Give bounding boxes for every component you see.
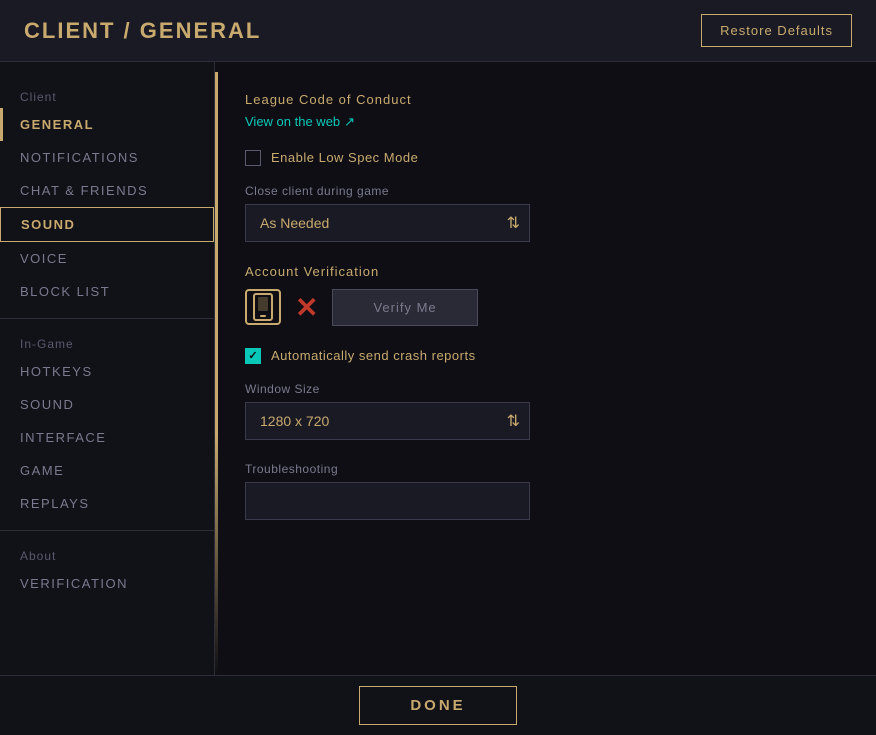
page-title: CLIENT / GENERAL bbox=[24, 18, 261, 44]
troubleshooting-wrap bbox=[245, 482, 530, 520]
footer: DONE bbox=[0, 675, 876, 735]
close-client-dropdown[interactable]: Never As Needed Always bbox=[245, 204, 530, 242]
low-spec-checkbox[interactable] bbox=[245, 150, 261, 166]
sidebar-item-verification[interactable]: VERIFICATION bbox=[0, 567, 214, 600]
close-client-label: Close client during game bbox=[245, 184, 846, 198]
window-size-dropdown[interactable]: 1024 x 576 1280 x 720 1600 x 900 1920 x … bbox=[245, 402, 530, 440]
verify-me-button[interactable]: Verify Me bbox=[332, 289, 477, 326]
sidebar-group-ingame: In-Game bbox=[0, 329, 214, 355]
account-row: ✕ Verify Me bbox=[245, 289, 846, 326]
sidebar-group-client: Client bbox=[0, 82, 214, 108]
low-spec-label: Enable Low Spec Mode bbox=[271, 150, 418, 165]
done-button[interactable]: DONE bbox=[359, 686, 516, 725]
window-size-dropdown-wrap: 1024 x 576 1280 x 720 1600 x 900 1920 x … bbox=[245, 402, 530, 440]
main-layout: Client GENERAL NOTIFICATIONS CHAT & FRIE… bbox=[0, 62, 876, 725]
sidebar-item-voice[interactable]: VOICE bbox=[0, 242, 214, 275]
sidebar-item-notifications[interactable]: NOTIFICATIONS bbox=[0, 141, 214, 174]
gold-bar-decoration bbox=[215, 72, 218, 675]
sidebar-item-chat-friends[interactable]: CHAT & FRIENDS bbox=[0, 174, 214, 207]
account-verification-label: Account Verification bbox=[245, 264, 846, 279]
sidebar-item-general[interactable]: GENERAL bbox=[0, 108, 214, 141]
title-bold: GENERAL bbox=[140, 18, 262, 43]
troubleshooting-label: Troubleshooting bbox=[245, 462, 846, 476]
troubleshooting-field bbox=[245, 482, 530, 520]
crash-reports-row: Automatically send crash reports bbox=[245, 348, 846, 364]
window-size-label: Window Size bbox=[245, 382, 846, 396]
sidebar-item-sound-ingame[interactable]: SOUND bbox=[0, 388, 214, 421]
restore-defaults-button[interactable]: Restore Defaults bbox=[701, 14, 852, 47]
sidebar-divider-1 bbox=[0, 318, 214, 319]
sidebar-group-about: About bbox=[0, 541, 214, 567]
crash-reports-checkbox[interactable] bbox=[245, 348, 261, 364]
view-on-web-link[interactable]: View on the web ↗ bbox=[245, 114, 355, 130]
content-area: League Code of Conduct View on the web ↗… bbox=[215, 62, 876, 725]
crash-reports-label: Automatically send crash reports bbox=[271, 348, 476, 363]
title-prefix: CLIENT / bbox=[24, 18, 140, 43]
view-link-arrow: ↗ bbox=[344, 114, 355, 130]
x-mark-icon: ✕ bbox=[295, 291, 318, 324]
close-client-dropdown-wrap: Never As Needed Always ⇅ bbox=[245, 204, 530, 242]
sidebar-item-sound[interactable]: SOUND bbox=[0, 207, 214, 242]
sidebar-item-game[interactable]: GAME bbox=[0, 454, 214, 487]
view-link-text: View on the web bbox=[245, 114, 340, 129]
phone-icon bbox=[245, 289, 281, 325]
sidebar: Client GENERAL NOTIFICATIONS CHAT & FRIE… bbox=[0, 62, 215, 725]
sidebar-item-replays[interactable]: REPLAYS bbox=[0, 487, 214, 520]
account-verification-section: Account Verification ✕ Verify Me bbox=[245, 264, 846, 326]
sidebar-item-block-list[interactable]: BLOCK LIST bbox=[0, 275, 214, 308]
sidebar-item-hotkeys[interactable]: HOTKEYS bbox=[0, 355, 214, 388]
header: CLIENT / GENERAL Restore Defaults bbox=[0, 0, 876, 62]
low-spec-row: Enable Low Spec Mode bbox=[245, 150, 846, 166]
sidebar-divider-2 bbox=[0, 530, 214, 531]
code-of-conduct-label: League Code of Conduct bbox=[245, 92, 846, 107]
sidebar-item-interface[interactable]: INTERFACE bbox=[0, 421, 214, 454]
